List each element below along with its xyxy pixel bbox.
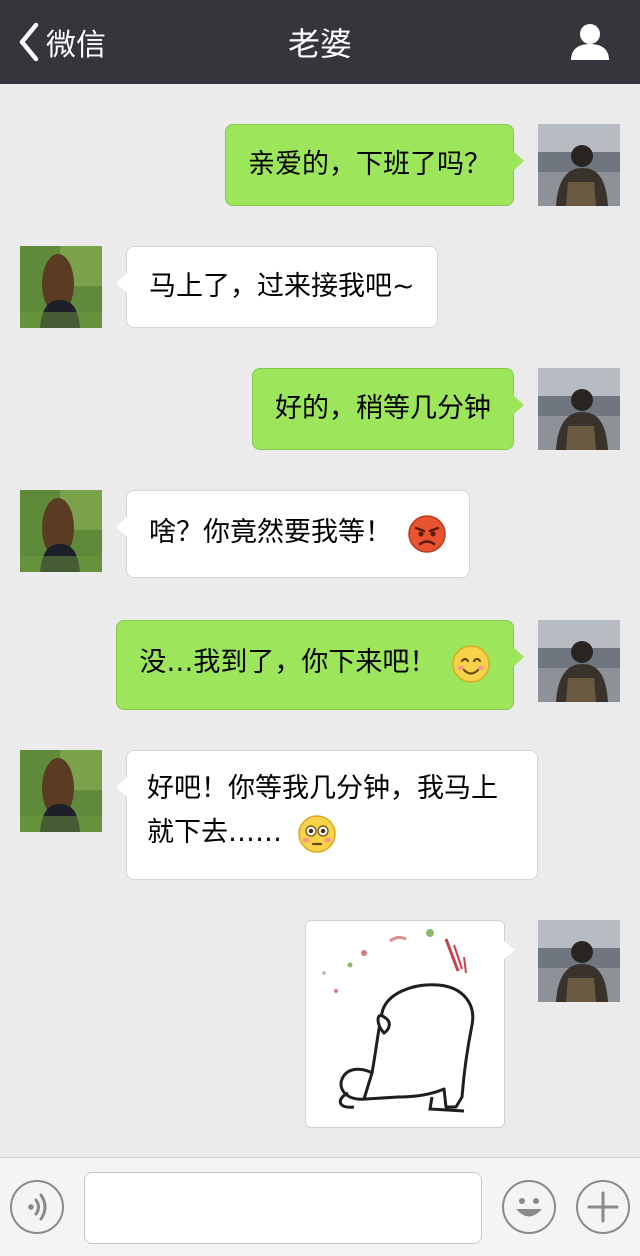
contact-profile-button[interactable] bbox=[568, 20, 612, 64]
voice-icon bbox=[12, 1182, 62, 1232]
back-label: 微信 bbox=[46, 28, 106, 63]
sticker-message[interactable] bbox=[305, 920, 515, 1131]
input-toolbar bbox=[0, 1157, 640, 1256]
message-text: 马上了，过来接我吧~ bbox=[149, 271, 415, 302]
back-button[interactable]: 微信 bbox=[18, 20, 106, 64]
message-input[interactable] bbox=[84, 1172, 482, 1244]
flushed-face-icon bbox=[297, 814, 337, 854]
contact-avatar[interactable] bbox=[20, 750, 102, 832]
message-text: 好的，稍等几分钟 bbox=[275, 393, 491, 424]
message-bubble-outgoing[interactable]: 好的，稍等几分钟 bbox=[252, 368, 524, 450]
nav-bar: 微信 老婆 bbox=[0, 0, 640, 84]
more-options-button[interactable] bbox=[576, 1180, 630, 1234]
my-avatar[interactable] bbox=[538, 620, 620, 702]
emoji-button[interactable] bbox=[502, 1180, 556, 1234]
smiley-icon bbox=[504, 1182, 554, 1232]
my-avatar[interactable] bbox=[538, 920, 620, 1002]
my-avatar[interactable] bbox=[538, 124, 620, 206]
message-bubble-incoming[interactable]: 好吧！你等我几分钟，我马上就下去…… bbox=[116, 750, 538, 880]
person-icon bbox=[568, 24, 612, 68]
chat-messages[interactable]: 亲爱的，下班了吗？ 马上了，过来接我吧~ 好的，稍等几分钟 啥？你竟然要我等！ … bbox=[0, 84, 640, 1154]
my-avatar[interactable] bbox=[538, 368, 620, 450]
contact-avatar[interactable] bbox=[20, 246, 102, 328]
message-bubble-incoming[interactable]: 马上了，过来接我吧~ bbox=[116, 246, 438, 328]
contact-avatar[interactable] bbox=[20, 490, 102, 572]
cartoon-rabbit-bowing-sticker-icon bbox=[306, 921, 504, 1131]
message-text: 亲爱的，下班了吗？ bbox=[248, 149, 491, 180]
message-bubble-outgoing[interactable]: 没…我到了，你下来吧！ bbox=[116, 620, 524, 710]
plus-icon bbox=[578, 1182, 628, 1232]
message-text: 啥？你竟然要我等！ bbox=[149, 517, 392, 548]
message-bubble-outgoing[interactable]: 亲爱的，下班了吗？ bbox=[225, 124, 524, 206]
angry-face-icon bbox=[407, 514, 447, 554]
message-text: 没…我到了，你下来吧！ bbox=[139, 647, 437, 678]
voice-input-button[interactable] bbox=[10, 1180, 64, 1234]
message-bubble-incoming[interactable]: 啥？你竟然要我等！ bbox=[116, 490, 470, 578]
chevron-left-icon bbox=[18, 22, 40, 62]
smiling-face-icon bbox=[451, 644, 491, 684]
